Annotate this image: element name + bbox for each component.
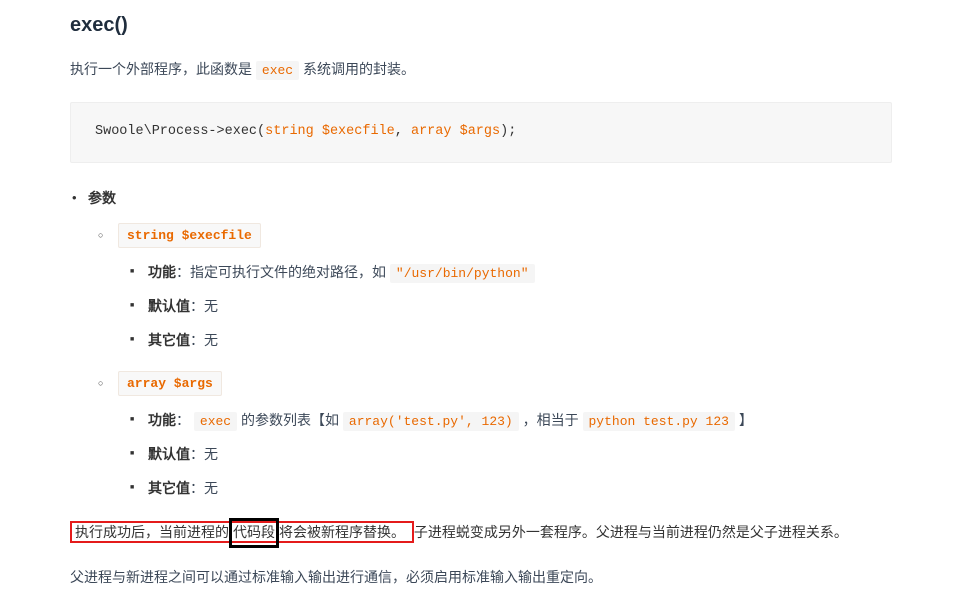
param-execfile-pill: string $execfile bbox=[118, 223, 261, 248]
param1-def-label: 默认值 bbox=[148, 298, 190, 314]
sig-kw-string: string bbox=[265, 124, 314, 139]
stdio-paragraph: 父进程与新进程之间可以通过标准输入输出进行通信，必须启用标准输入输出重定向。 bbox=[70, 566, 892, 590]
param2-fn-label: 功能 bbox=[148, 412, 176, 428]
sig-comma: , bbox=[395, 124, 411, 139]
param1-fn-code: "/usr/bin/python" bbox=[390, 264, 535, 283]
param1-def-text: ：无 bbox=[190, 298, 218, 314]
param1-fn-text: ：指定可执行文件的绝对路径，如 bbox=[176, 264, 390, 280]
param1-fn-label: 功能 bbox=[148, 264, 176, 280]
param2-oth-label: 其它值 bbox=[148, 480, 190, 496]
params-heading: 参数 bbox=[88, 187, 892, 211]
param2-fn-code1: exec bbox=[194, 412, 237, 431]
param2-fn-mid2: ，相当于 bbox=[519, 412, 583, 428]
summary-p3: 子进程蜕变成另外一套程序。父进程与当前进程仍然是父子进程关系。 bbox=[414, 524, 848, 540]
param1-function: 功能：指定可执行文件的绝对路径，如 "/usr/bin/python" bbox=[148, 261, 892, 285]
param1-oth-text: ：无 bbox=[190, 332, 218, 348]
param2-function: 功能： exec 的参数列表【如 array('test.py', 123) ，… bbox=[148, 409, 892, 433]
param-args-pill: array $args bbox=[118, 371, 222, 396]
param2-oth-text: ：无 bbox=[190, 480, 218, 496]
sig-var-execfile: $execfile bbox=[322, 124, 395, 139]
sig-sp1 bbox=[314, 124, 322, 139]
intro-pre: 执行一个外部程序，此函数是 bbox=[70, 61, 256, 77]
summary-p1: 执行成功后，当前进程的 bbox=[75, 524, 229, 540]
sig-sp2 bbox=[452, 124, 460, 139]
param1-default: 默认值：无 bbox=[148, 295, 892, 319]
param2-fn-pre: ： bbox=[176, 412, 194, 428]
param-execfile: string $execfile 功能：指定可执行文件的绝对路径，如 "/usr… bbox=[118, 223, 892, 353]
param1-other: 其它值：无 bbox=[148, 329, 892, 353]
sig-kw-array: array bbox=[411, 124, 452, 139]
param2-def-label: 默认值 bbox=[148, 446, 190, 462]
page-title: exec() bbox=[70, 0, 892, 58]
params-section: 参数 string $execfile 功能：指定可执行文件的绝对路径，如 "/… bbox=[88, 187, 892, 500]
summary-paragraph-wrap: 执行成功后，当前进程的代码段将会被新程序替换。 子进程蜕变成另外一套程序。父进程… bbox=[70, 518, 892, 548]
param2-fn-code2: array('test.py', 123) bbox=[343, 412, 519, 431]
intro-code: exec bbox=[256, 61, 299, 80]
intro-paragraph: 执行一个外部程序，此函数是 exec 系统调用的封装。 bbox=[70, 58, 892, 82]
signature-code-block: Swoole\Process->exec(string $execfile, a… bbox=[70, 102, 892, 163]
param2-fn-mid: 的参数列表【如 bbox=[237, 412, 343, 428]
param1-oth-label: 其它值 bbox=[148, 332, 190, 348]
param2-fn-code3: python test.py 123 bbox=[583, 412, 735, 431]
param2-other: 其它值：无 bbox=[148, 477, 892, 501]
param2-fn-post: 】 bbox=[735, 412, 753, 428]
sig-var-args: $args bbox=[460, 124, 501, 139]
param2-default: 默认值：无 bbox=[148, 443, 892, 467]
cursor-annotation: 代码段 bbox=[229, 518, 279, 548]
sig-suffix: ); bbox=[500, 124, 516, 139]
param-args: array $args 功能： exec 的参数列表【如 array('test… bbox=[118, 371, 892, 501]
summary-p2: 将会被新程序替换。 bbox=[279, 524, 405, 540]
param2-def-text: ：无 bbox=[190, 446, 218, 462]
intro-post: 系统调用的封装。 bbox=[303, 61, 415, 77]
sig-prefix: Swoole\Process->exec( bbox=[95, 124, 265, 139]
highlight-annotation: 执行成功后，当前进程的代码段将会被新程序替换。 bbox=[70, 521, 414, 543]
